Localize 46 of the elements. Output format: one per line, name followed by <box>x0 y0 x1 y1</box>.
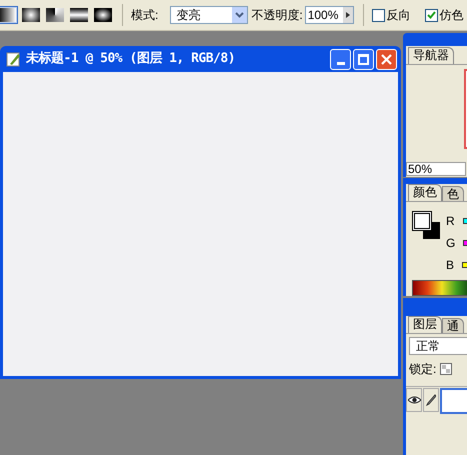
triangle-right-icon <box>342 7 353 23</box>
palette-tab[interactable]: 通 <box>442 318 464 333</box>
gradient-icon <box>94 8 112 22</box>
gradient-icon <box>22 8 40 22</box>
gradient-type-button[interactable] <box>20 6 42 24</box>
close-button[interactable] <box>376 48 397 70</box>
blend-mode-dropdown[interactable]: 正常 <box>409 337 467 355</box>
maximize-icon <box>358 54 369 64</box>
checkerboard-icon[interactable] <box>440 363 452 375</box>
link-toggle[interactable] <box>423 388 439 412</box>
close-icon <box>381 54 392 64</box>
gradient-icon <box>70 8 88 22</box>
opacity-field[interactable]: 100% <box>304 6 354 24</box>
checkbox[interactable]: 反向 <box>372 6 411 24</box>
minimize-button[interactable] <box>330 48 351 70</box>
palette-tab[interactable]: 导航器 <box>408 47 454 64</box>
zoom-field[interactable]: 50% <box>406 162 466 176</box>
chevron-down-icon <box>232 7 248 23</box>
palette-tab[interactable]: 色 <box>442 186 464 201</box>
document-icon <box>6 51 22 67</box>
layer-thumbnail[interactable] <box>440 388 467 414</box>
channel-label: R <box>446 213 455 230</box>
eye-icon <box>408 396 420 404</box>
checkbox[interactable]: 仿色 <box>424 6 464 24</box>
mode-label: 模式: <box>131 7 158 24</box>
gradient-type-button[interactable] <box>92 6 114 24</box>
color-swatches-drawing[interactable] <box>412 211 441 240</box>
gradient-type-button[interactable] <box>68 6 90 24</box>
brush-icon <box>426 394 436 406</box>
gradient-icon <box>0 8 16 22</box>
palette-tab[interactable]: 图层 <box>408 316 442 333</box>
gradient-type-button[interactable] <box>0 6 18 24</box>
channel-label: B <box>446 257 454 274</box>
window-title: 未标题-1 @ 50% (图层 1, RGB/8) <box>26 50 236 68</box>
gradient-icon <box>46 8 64 22</box>
lock-label: 锁定: <box>409 361 436 378</box>
color-spectrum[interactable] <box>412 280 467 296</box>
opacity-label: 不透明度: <box>251 7 303 24</box>
palette-tab[interactable]: 颜色 <box>408 184 442 201</box>
mode-dropdown[interactable]: 变亮 <box>170 6 248 24</box>
minimize-icon <box>336 62 344 64</box>
check-icon <box>426 11 436 19</box>
maximize-button[interactable] <box>353 48 374 70</box>
gradient-type-button[interactable] <box>44 6 66 24</box>
visibility-toggle[interactable] <box>406 388 422 412</box>
channel-label: G <box>446 235 456 252</box>
